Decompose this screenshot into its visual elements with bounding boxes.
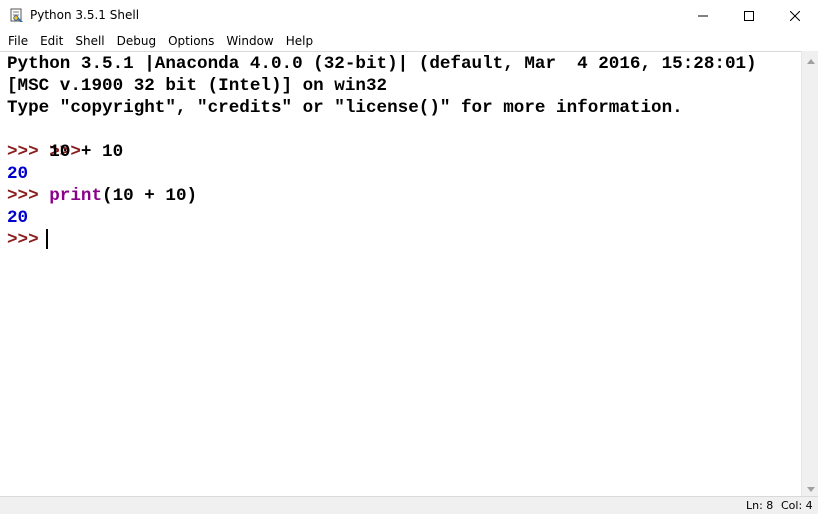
maximize-icon (744, 10, 754, 21)
shell-line-active[interactable]: >>> (7, 229, 48, 251)
shell-line: >>> print(10 + 10) (7, 185, 197, 207)
banner-line: Type "copyright", "credits" or "license(… (7, 98, 683, 118)
shell-output: 20 (7, 208, 29, 228)
chevron-down-icon (806, 479, 815, 497)
close-button[interactable] (772, 0, 818, 31)
menu-bar: File Edit Shell Debug Options Window Hel… (0, 31, 818, 51)
vertical-scrollbar[interactable] (801, 51, 818, 496)
menu-debug[interactable]: Debug (112, 31, 161, 51)
close-icon (790, 10, 800, 21)
shell-prompt: >>> (7, 186, 39, 206)
status-bar: Ln: 8 Col: 4 (0, 496, 818, 514)
banner-line: Python 3.5.1 |Anaconda 4.0.0 (32-bit)| (… (7, 54, 757, 74)
scroll-down-button[interactable] (802, 479, 818, 496)
menu-shell[interactable]: Shell (70, 31, 109, 51)
menu-file[interactable]: File (3, 31, 33, 51)
minimize-icon (698, 11, 708, 21)
builtin-keyword: print (49, 186, 103, 206)
menu-edit[interactable]: Edit (35, 31, 68, 51)
minimize-button[interactable] (680, 0, 726, 31)
menu-help[interactable]: Help (281, 31, 318, 51)
chevron-up-icon (806, 51, 815, 69)
window-title: Python 3.5.1 Shell (30, 8, 140, 22)
python-idle-icon (9, 7, 25, 23)
text-cursor (45, 229, 48, 250)
title-bar[interactable]: Python 3.5.1 Shell (0, 0, 818, 31)
shell-prompt: >>> (7, 230, 39, 250)
scroll-up-button[interactable] (802, 51, 818, 68)
maximize-button[interactable] (726, 0, 772, 31)
shell-command: (10 + 10) (102, 186, 198, 206)
shell-text-area[interactable]: Python 3.5.1 |Anaconda 4.0.0 (32-bit)| (… (0, 51, 801, 497)
menu-window[interactable]: Window (221, 31, 278, 51)
shell-command: 10 + 10 (49, 142, 124, 162)
shell-line: >>> (7, 119, 81, 162)
banner-line: [MSC v.1900 32 bit (Intel)] on win32 (7, 76, 388, 96)
menu-options[interactable]: Options (163, 31, 219, 51)
shell-prompt: >>> (7, 142, 39, 162)
status-line-number: Ln: 8 (746, 499, 774, 512)
shell-output: 20 (7, 164, 29, 184)
status-column-number: Col: 4 (781, 499, 813, 512)
shell-line: >>> 10 + 10 (7, 141, 123, 163)
